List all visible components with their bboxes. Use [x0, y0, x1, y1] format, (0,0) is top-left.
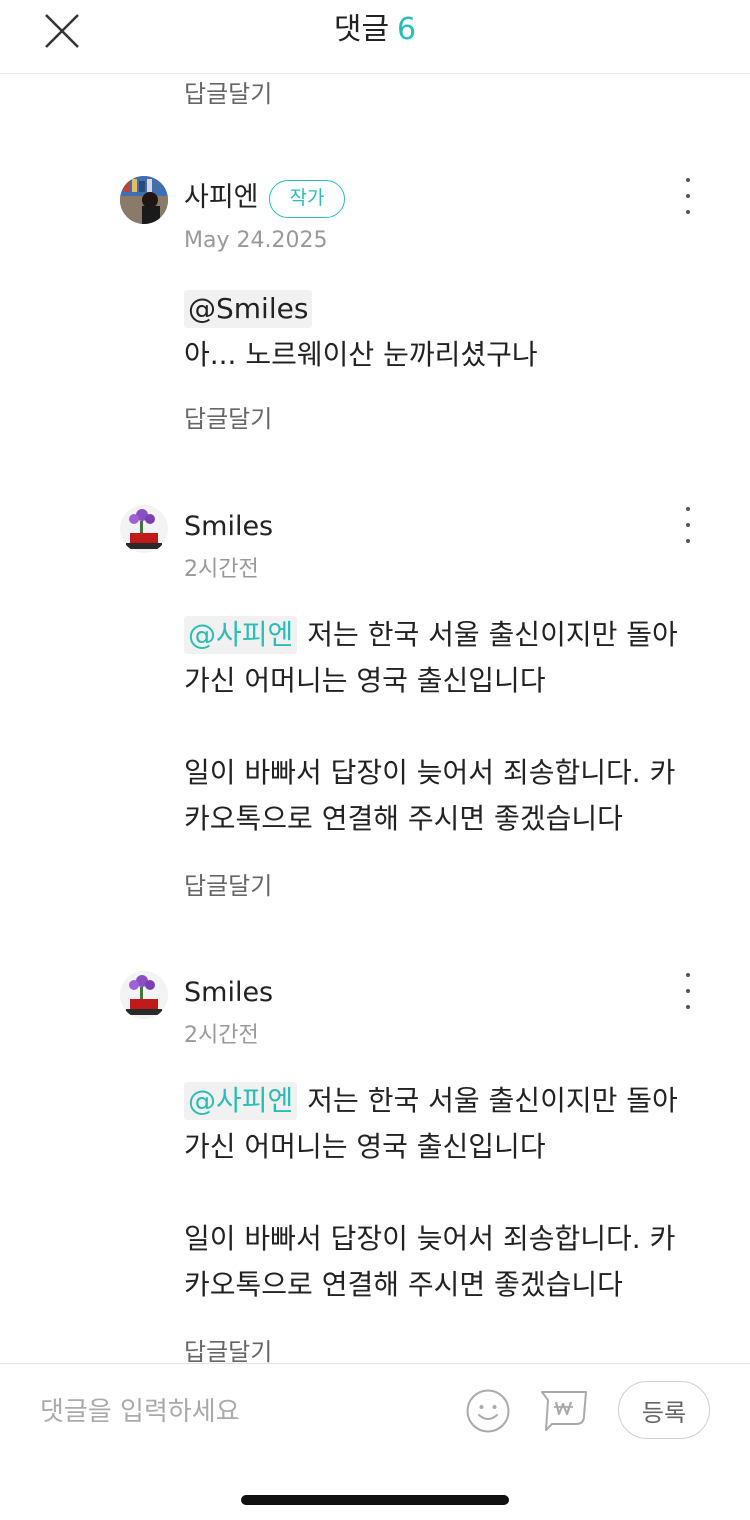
reply-link[interactable]: 답글달기 — [184, 77, 272, 111]
more-options-button[interactable] — [670, 505, 706, 545]
comment-input[interactable] — [40, 1392, 440, 1432]
comment-author[interactable]: Smiles — [184, 975, 273, 1011]
reply-link[interactable]: 답글달기 — [184, 1335, 272, 1363]
home-indicator[interactable] — [241, 1495, 509, 1505]
avatar — [120, 176, 168, 224]
page-title-label: 댓글 — [333, 12, 390, 47]
author-badge: 작가 — [269, 180, 345, 218]
comment-text: 카오톡으로 연결해 주시면 좋겠습니다 — [184, 1268, 623, 1301]
smiley-icon — [466, 1389, 510, 1433]
comment-date: 2시간전 — [184, 557, 259, 582]
comment-text: 일이 바빠서 답장이 늦어서 죄송합니다. 카 — [184, 756, 676, 789]
comment-count: 6 — [397, 12, 417, 47]
comment-item: Smiles 2시간전 @사피엔 저는 한국 서울 출신이지만 돌아 가신 어머니… — [0, 971, 750, 1363]
comment-date: May 24.2025 — [184, 228, 328, 253]
tip-button[interactable] — [538, 1386, 590, 1434]
comment-text: 저는 한국 서울 출신이지만 돌아 — [307, 1084, 678, 1117]
more-options-button[interactable] — [670, 176, 706, 216]
comment-author[interactable]: 사피엔 — [184, 180, 259, 216]
comment-list[interactable]: 답글달기 사피엔 작가 May 24.2025 @Smiles 아... 노르웨… — [0, 75, 750, 1363]
comment-item: 사피엔 작가 May 24.2025 @Smiles 아... 노르웨이산 눈까… — [0, 176, 750, 466]
comment-text: 저는 한국 서울 출신이지만 돌아 — [307, 618, 678, 651]
avatar — [120, 971, 168, 1019]
mention-tag[interactable]: @사피엔 — [184, 616, 298, 654]
comment-text: 일이 바빠서 답장이 늦어서 죄송합니다. 카 — [184, 1222, 676, 1255]
won-tip-icon — [541, 1391, 587, 1431]
comment-text: 가신 어머니는 영국 출신입니다 — [184, 664, 546, 697]
comment-item: Smiles 2시간전 @사피엔 저는 한국 서울 출신이지만 돌아 가신 어머니… — [0, 505, 750, 905]
mention-tag[interactable]: @사피엔 — [184, 1082, 298, 1120]
comment-text: 카오톡으로 연결해 주시면 좋겠습니다 — [184, 802, 623, 835]
avatar — [120, 505, 168, 553]
reply-link[interactable]: 답글달기 — [184, 402, 272, 436]
more-options-button[interactable] — [670, 971, 706, 1011]
comment-body: @사피엔 저는 한국 서울 출신이지만 돌아 가신 어머니는 영국 출신입니다 일… — [184, 612, 714, 842]
reply-link[interactable]: 답글달기 — [184, 869, 272, 903]
comment-text: 가신 어머니는 영국 출신입니다 — [184, 1130, 546, 1163]
emoji-button[interactable] — [465, 1388, 511, 1434]
comment-body: @사피엔 저는 한국 서울 출신이지만 돌아 가신 어머니는 영국 출신입니다 일… — [184, 1078, 714, 1308]
submit-button[interactable]: 등록 — [618, 1381, 710, 1439]
comment-body: @Smiles 아... 노르웨이산 눈까리셨구나 — [184, 286, 714, 378]
comment-text: 아... 노르웨이산 눈까리셨구나 — [184, 338, 538, 371]
top-bar: 댓글 6 — [0, 0, 750, 74]
page-title: 댓글 6 — [0, 10, 750, 50]
mention-tag[interactable]: @Smiles — [184, 290, 313, 328]
comment-author[interactable]: Smiles — [184, 509, 273, 545]
comment-date: 2시간전 — [184, 1023, 259, 1048]
